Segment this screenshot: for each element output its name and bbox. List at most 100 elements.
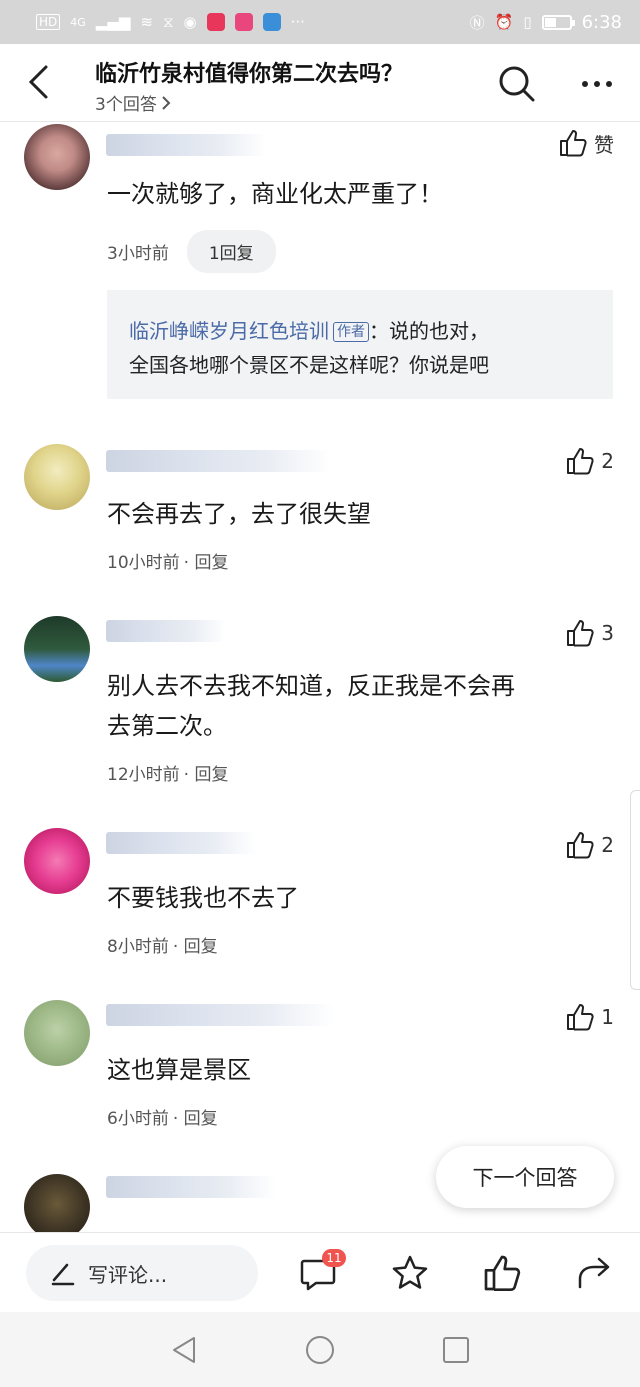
hd-indicator: HD [36, 14, 61, 30]
status-time: 6:38 [581, 11, 622, 33]
write-comment-input[interactable]: 写评论... [26, 1245, 258, 1301]
battery-icon [541, 14, 575, 30]
status-right: Ⓝ ⏰ ▯ 6:38 [470, 12, 622, 33]
comment-text: 一次就够了，商业化太严重了！ [107, 180, 443, 208]
comment-count-badge: 11 [322, 1249, 346, 1267]
triangle-back-icon [173, 1337, 195, 1363]
like-count: 2 [601, 833, 614, 857]
chevron-right-icon [162, 95, 171, 110]
battery-level [544, 17, 557, 27]
author-tag: 作者 [333, 322, 369, 342]
status-bar: HD 4G ▂▄▆ ≋ ⧖ ◉ ··· Ⓝ ⏰ ▯ 6:38 [0, 0, 640, 44]
wifi-icon: ≋ [140, 13, 153, 31]
username-blurred[interactable] [106, 620, 226, 642]
write-comment-placeholder: 写评论... [88, 1262, 168, 1287]
like-count: 1 [601, 1005, 614, 1029]
comment-time: 6小时前 [107, 1109, 169, 1129]
answer-count-link[interactable]: 3个回答 [95, 90, 171, 115]
username-blurred[interactable] [106, 1176, 276, 1198]
username-blurred[interactable] [106, 134, 266, 156]
thumbs-up-icon [567, 832, 594, 859]
comment-meta: 10小时前 · 回复 [107, 548, 228, 573]
comment-text-line1: 别人去不去我不知道，反正我是不会再 [107, 672, 515, 700]
thumbs-up-icon [567, 1004, 594, 1031]
reply-text-part2: 全国各地哪个景区不是这样呢？你说是吧 [129, 353, 489, 377]
avatar[interactable] [24, 444, 90, 510]
share-button[interactable] [574, 1253, 618, 1297]
more-dots-icon [582, 81, 588, 87]
comment-text: 不会再去了，去了很失望 [107, 500, 371, 528]
comment-time: 12小时前 [107, 765, 180, 785]
app-notification-icon [262, 13, 281, 31]
avatar[interactable] [24, 828, 90, 894]
username-blurred[interactable] [106, 832, 256, 854]
like-button[interactable]: 2 [565, 830, 614, 860]
more-button[interactable] [572, 62, 622, 106]
thumbs-up-icon [484, 1255, 521, 1291]
comment-meta: 3小时前 1回复 [107, 230, 276, 273]
avatar[interactable] [24, 616, 90, 682]
header: 临沂竹泉村值得你第二次去吗？ 3个回答 [0, 44, 640, 122]
like-button[interactable]: 赞 [558, 128, 614, 158]
avatar[interactable] [24, 1174, 90, 1240]
bottom-action-bar: 写评论... 11 [0, 1232, 640, 1312]
comments-button[interactable]: 11 [298, 1249, 346, 1297]
reply-count-button[interactable]: 1回复 [186, 230, 276, 273]
comment-time: 10小时前 [107, 553, 180, 573]
reply-quote[interactable]: 临沂峥嵘岁月红色培训 作者 ：说的也对， 全国各地哪个景区不是这样呢？你说是吧 [107, 290, 613, 399]
like-answer-button[interactable] [482, 1253, 526, 1297]
search-icon [499, 66, 535, 102]
wechat-icon: ◉ [183, 13, 197, 31]
reply-button[interactable]: · 回复 [184, 548, 229, 573]
signal-label: 4G [70, 15, 86, 29]
like-button[interactable]: 3 [565, 618, 614, 648]
like-count: 2 [601, 449, 614, 473]
username-blurred[interactable] [106, 450, 331, 472]
avatar[interactable] [24, 124, 90, 190]
avatar[interactable] [24, 1000, 90, 1066]
answer-count: 3个回答 [95, 95, 157, 115]
thumbs-up-icon [560, 130, 587, 157]
square-recents-icon [443, 1337, 469, 1363]
comment-meta: 12小时前 · 回复 [107, 760, 228, 785]
pencil-icon [51, 1263, 75, 1286]
more-notifications-icon: ··· [290, 13, 305, 31]
reply-button[interactable]: · 回复 [184, 760, 229, 785]
nfc-icon: Ⓝ [469, 13, 485, 32]
system-nav-bar [0, 1312, 640, 1387]
nav-recents-button[interactable] [438, 1332, 474, 1368]
nav-back-button[interactable] [166, 1332, 202, 1368]
like-label: 赞 [594, 132, 614, 157]
status-left: HD 4G ▂▄▆ ≋ ⧖ ◉ ··· [36, 13, 305, 31]
like-button[interactable]: 1 [565, 1002, 614, 1032]
comment-time: 8小时前 [107, 937, 169, 957]
favorite-button[interactable] [390, 1253, 434, 1297]
hourglass-icon: ⧖ [162, 13, 174, 31]
username-blurred[interactable] [106, 1004, 334, 1026]
scrollbar[interactable] [630, 790, 640, 990]
page-title: 临沂竹泉村值得你第二次去吗？ [95, 62, 404, 87]
star-icon [392, 1255, 428, 1289]
nav-home-button[interactable] [302, 1332, 338, 1368]
vibrate-icon: ▯ [523, 13, 532, 31]
comment-text: 这也算是景区 [107, 1056, 251, 1084]
reply-author[interactable]: 临沂峥嵘岁月红色培训 [129, 319, 329, 343]
comment-text-line2: 去第二次。 [107, 712, 227, 740]
app-notification-icon [206, 13, 225, 31]
alarm-icon: ⏰ [494, 13, 514, 31]
reply-button[interactable]: · 回复 [173, 1104, 218, 1129]
reply-button[interactable]: · 回复 [173, 932, 218, 957]
next-answer-button[interactable]: 下一个回答 [436, 1146, 614, 1208]
reply-quote-line1: 临沂峥嵘岁月红色培训 作者 ：说的也对， [129, 314, 591, 348]
search-button[interactable] [495, 62, 539, 106]
thumbs-up-icon [567, 620, 594, 647]
app-notification-icon [234, 13, 253, 31]
back-button[interactable] [16, 60, 60, 104]
thumbs-up-icon [567, 448, 594, 475]
reply-text-part1: ：说的也对， [369, 319, 489, 343]
comment-meta: 6小时前 · 回复 [107, 1104, 218, 1129]
comment-text: 不要钱我也不去了 [107, 884, 299, 912]
like-button[interactable]: 2 [565, 446, 614, 476]
circle-home-icon [306, 1336, 334, 1364]
share-arrow-icon [578, 1257, 610, 1289]
